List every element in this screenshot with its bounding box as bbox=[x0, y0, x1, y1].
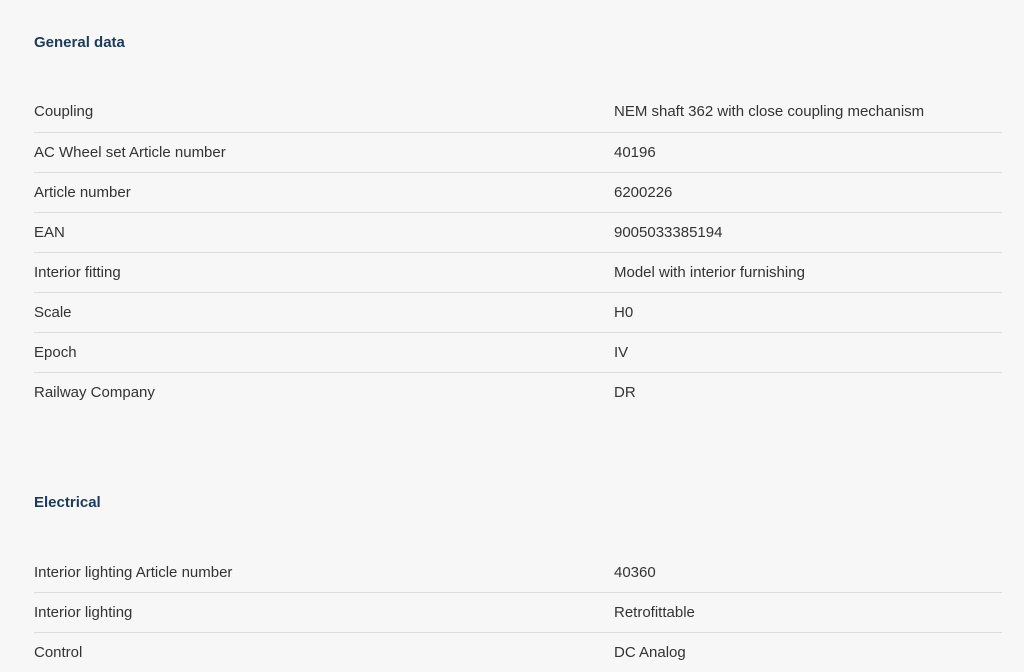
spec-label: Article number bbox=[34, 183, 131, 201]
spec-row-scale: Scale H0 bbox=[34, 293, 1002, 333]
spec-row-railway-company: Railway Company DR bbox=[34, 373, 1002, 412]
spec-value: NEM shaft 362 with close coupling mechan… bbox=[614, 103, 925, 120]
section-title-general: General data bbox=[34, 34, 125, 51]
section-title-electrical: Electrical bbox=[34, 494, 101, 511]
spec-value: 9005033385194 bbox=[614, 223, 723, 241]
general-spec-table: Coupling NEM shaft 362 with close coupli… bbox=[34, 92, 1002, 412]
spec-label: Interior fitting bbox=[34, 263, 121, 281]
spec-row-epoch: Epoch IV bbox=[34, 333, 1002, 373]
spec-value: DC Analog bbox=[614, 643, 686, 661]
spec-label: Epoch bbox=[34, 343, 77, 361]
spec-row-ac-wheel-set: AC Wheel set Article number 40196 bbox=[34, 133, 1002, 173]
spec-row-interior-fitting: Interior fitting Model with interior fur… bbox=[34, 253, 1002, 293]
electrical-section: Electrical Interior lighting Article num… bbox=[34, 494, 1002, 672]
general-data-section: General data Coupling NEM shaft 362 with… bbox=[34, 0, 1002, 412]
product-details: General data Coupling NEM shaft 362 with… bbox=[0, 0, 1024, 672]
spec-value: IV bbox=[614, 343, 629, 361]
spec-value: Retrofittable bbox=[614, 603, 695, 621]
spec-label: Coupling bbox=[34, 103, 94, 120]
spec-value: H0 bbox=[614, 303, 634, 321]
spec-row-ean: EAN 9005033385194 bbox=[34, 213, 1002, 253]
electrical-spec-table: Interior lighting Article number 40360 I… bbox=[34, 553, 1002, 672]
spec-label: Scale bbox=[34, 303, 72, 321]
spec-row-coupling: Coupling NEM shaft 362 with close coupli… bbox=[34, 92, 1002, 133]
spec-label: Interior lighting Article number bbox=[34, 563, 233, 581]
spec-row-article-number: Article number 6200226 bbox=[34, 173, 1002, 213]
spec-label: Interior lighting bbox=[34, 603, 133, 621]
spec-row-control: Control DC Analog bbox=[34, 633, 1002, 672]
spec-label: Railway Company bbox=[34, 383, 155, 401]
spec-row-interior-lighting-article: Interior lighting Article number 40360 bbox=[34, 553, 1002, 593]
spec-value: 40196 bbox=[614, 143, 656, 161]
spec-label: Control bbox=[34, 643, 83, 661]
spec-value: Model with interior furnishing bbox=[614, 263, 805, 281]
spec-label: EAN bbox=[34, 223, 65, 241]
spec-value: 40360 bbox=[614, 563, 656, 581]
spec-value: 6200226 bbox=[614, 183, 673, 201]
spec-label: AC Wheel set Article number bbox=[34, 143, 226, 161]
spec-row-interior-lighting: Interior lighting Retrofittable bbox=[34, 593, 1002, 633]
spec-value: DR bbox=[614, 383, 636, 401]
